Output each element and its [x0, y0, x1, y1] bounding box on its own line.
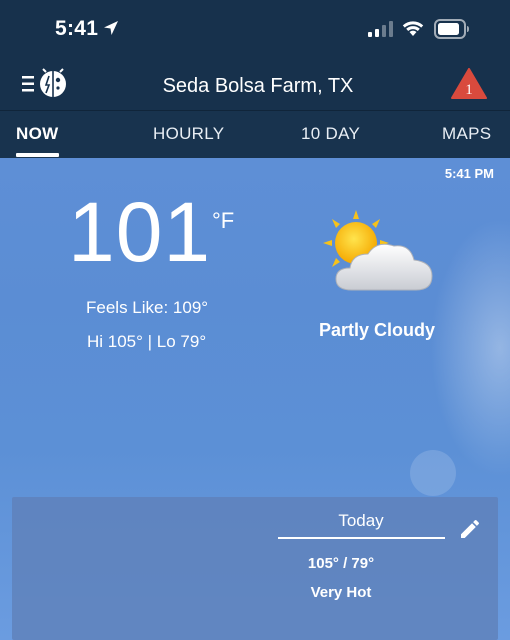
- forecast-hi-lo: 105° / 79°: [307, 555, 375, 572]
- daily-forecast-card[interactable]: Today 105° / 79° Very Hot: [12, 497, 498, 640]
- weather-alert-icon[interactable]: 1: [451, 68, 487, 105]
- condition-label: Partly Cloudy: [319, 320, 436, 340]
- cellular-signal-icon: [368, 21, 394, 42]
- active-tab-indicator: [16, 153, 59, 157]
- tab-now[interactable]: NOW: [16, 124, 58, 144]
- status-time: 5:41: [55, 17, 99, 40]
- sun-glow: [430, 218, 510, 478]
- forecast-day-label: Today: [338, 511, 384, 530]
- edit-icon[interactable]: [458, 517, 482, 546]
- tab-hourly[interactable]: HOURLY: [153, 124, 224, 144]
- wifi-icon: [401, 19, 425, 42]
- updated-time: 5:41 PM: [444, 166, 494, 181]
- battery-icon: [434, 19, 470, 44]
- hi-lo-temps: Hi 105° | Lo 79°: [87, 332, 207, 351]
- tab-maps[interactable]: MAPS: [442, 124, 491, 144]
- partly-cloudy-icon: [322, 210, 438, 305]
- lens-flare: [410, 450, 456, 496]
- current-temperature: 101: [68, 185, 212, 279]
- tab-10-day[interactable]: 10 DAY: [301, 124, 360, 144]
- alert-count: 1: [465, 82, 473, 98]
- status-bar: 5:41: [0, 0, 510, 60]
- location-title[interactable]: Seda Bolsa Farm, TX: [0, 75, 510, 98]
- forecast-divider: [278, 537, 445, 539]
- location-arrow-icon: [103, 20, 119, 41]
- feels-like: Feels Like: 109°: [86, 298, 209, 317]
- current-conditions-panel: 5:41 PM 101 °F Feels Like: 109° Hi 105° …: [0, 158, 510, 640]
- forecast-description: Very Hot: [310, 584, 372, 601]
- app-header: Seda Bolsa Farm, TX 1: [0, 60, 510, 110]
- tab-bar: NOW HOURLY 10 DAY MAPS: [0, 110, 510, 158]
- temperature-unit[interactable]: °F: [212, 208, 234, 234]
